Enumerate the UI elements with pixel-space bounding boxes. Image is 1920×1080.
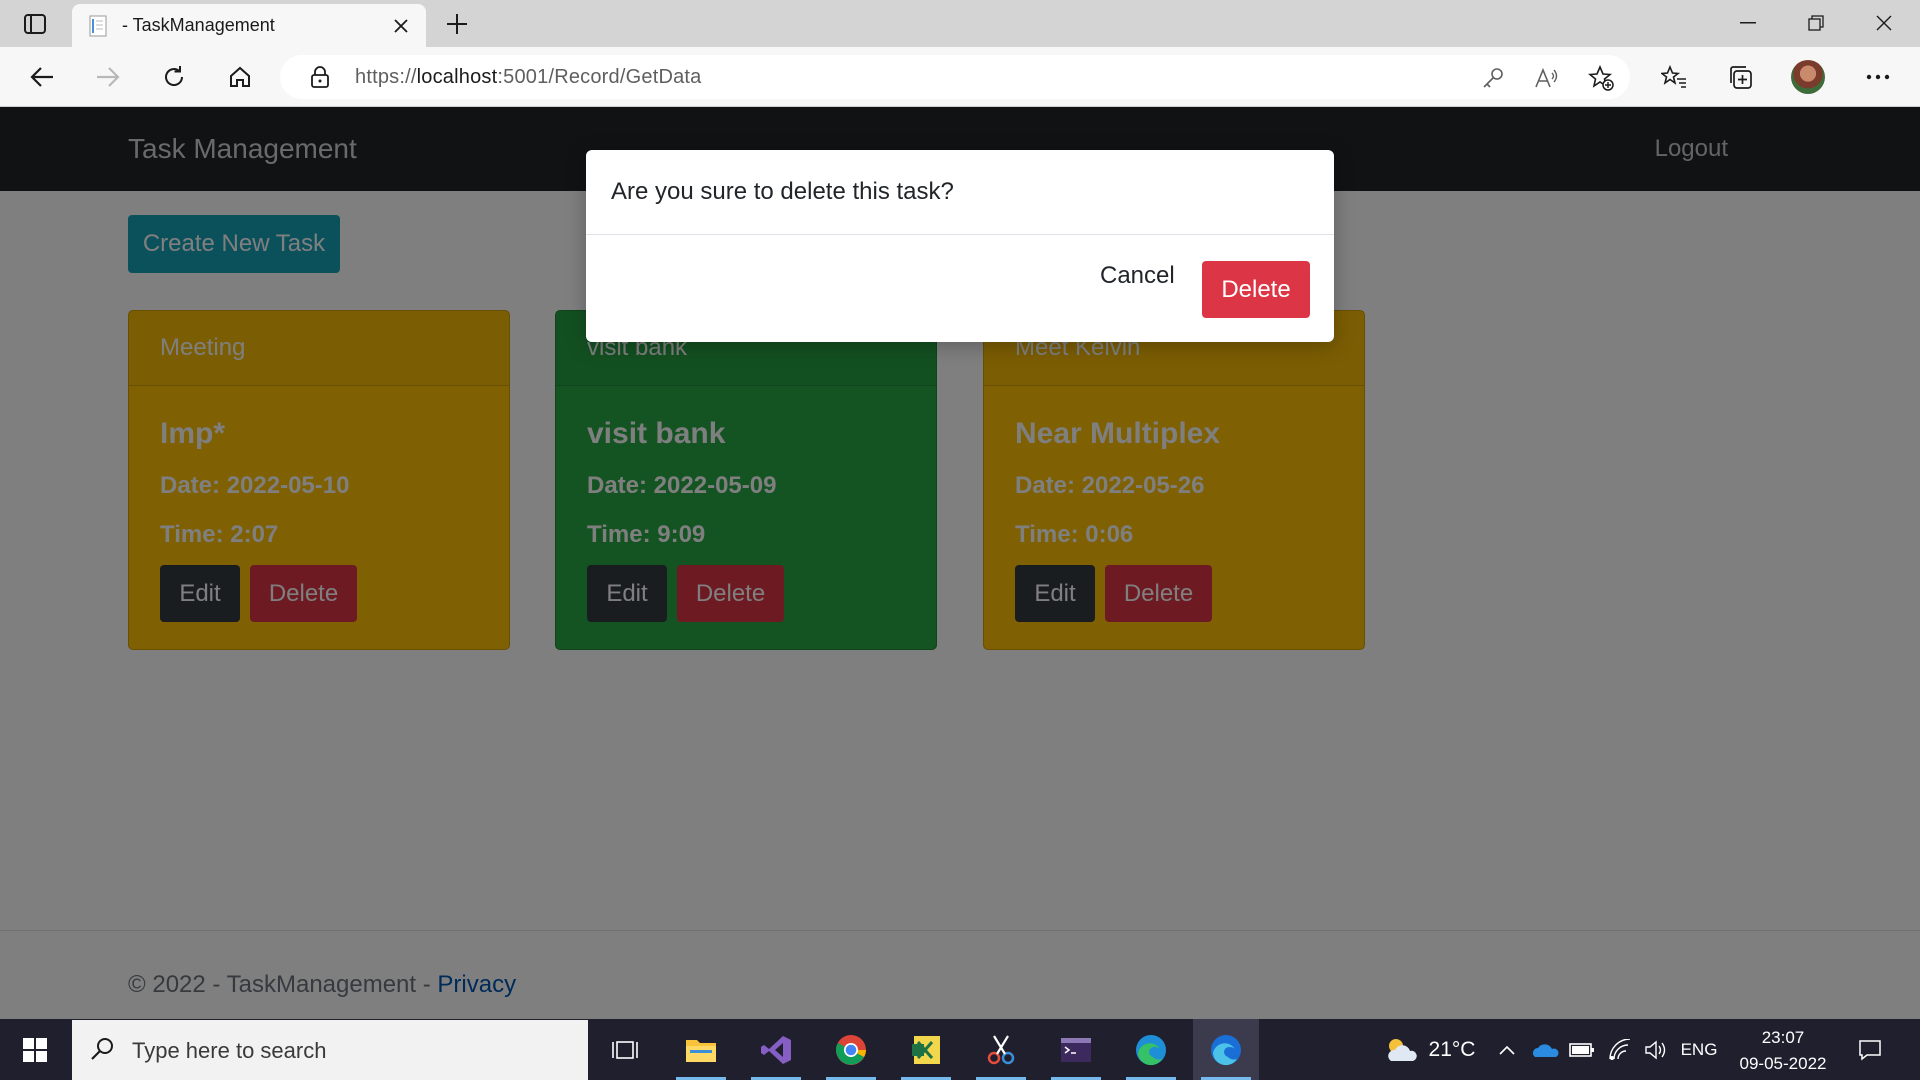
show-hidden-icons-icon[interactable] [1492, 1019, 1522, 1080]
forward-icon[interactable] [88, 59, 128, 95]
onedrive-icon[interactable] [1528, 1019, 1562, 1080]
refresh-icon[interactable] [154, 59, 194, 95]
close-window-icon[interactable] [1858, 6, 1910, 40]
new-tab-icon[interactable] [440, 8, 474, 40]
back-icon[interactable] [22, 59, 62, 95]
tab-actions-icon[interactable] [18, 10, 52, 38]
visual-studio-icon[interactable] [743, 1019, 809, 1080]
edge-icon[interactable] [1118, 1019, 1184, 1080]
chrome-icon[interactable] [818, 1019, 884, 1080]
snipping-tool-icon[interactable] [968, 1019, 1034, 1080]
tab-title: - TaskManagement [122, 15, 275, 35]
wifi-icon[interactable] [1604, 1019, 1636, 1080]
volume-icon[interactable] [1640, 1019, 1672, 1080]
favorites-icon[interactable] [1654, 59, 1694, 95]
terminal-icon[interactable] [1043, 1019, 1109, 1080]
taskbar-search-input[interactable]: Type here to search [72, 1020, 588, 1080]
dialog-message: Are you sure to delete this task? [586, 150, 1334, 235]
temperature-label[interactable]: 21°C [1424, 1019, 1480, 1080]
url-text[interactable]: https://localhost:5001/Record/GetData [355, 66, 702, 89]
browser-toolbar: https://localhost:5001/Record/GetData [0, 47, 1920, 107]
battery-icon[interactable] [1566, 1019, 1598, 1080]
edge-dev-icon[interactable] [1193, 1019, 1259, 1080]
excel-icon[interactable] [893, 1019, 959, 1080]
delete-confirm-dialog: Are you sure to delete this task? Cancel… [586, 150, 1334, 342]
confirm-delete-button[interactable]: Delete [1202, 261, 1310, 318]
clock-time: 23:07 [1761, 1028, 1805, 1047]
page-favicon-icon [88, 15, 108, 37]
key-icon[interactable] [1478, 64, 1508, 92]
minimize-icon[interactable] [1722, 6, 1774, 40]
web-page: Task Management Logout Create New Task M… [0, 107, 1920, 1019]
file-explorer-icon[interactable] [668, 1019, 734, 1080]
address-bar[interactable]: https://localhost:5001/Record/GetData [280, 55, 1630, 99]
add-favorite-icon[interactable] [1586, 64, 1616, 92]
clock-date: 09-05-2022 [1739, 1054, 1827, 1073]
collections-icon[interactable] [1720, 59, 1760, 95]
input-language[interactable]: ENG [1676, 1019, 1722, 1080]
lock-icon[interactable] [310, 66, 330, 93]
profile-avatar[interactable] [1788, 59, 1828, 95]
search-placeholder: Type here to search [132, 1038, 327, 1063]
task-view-icon[interactable] [592, 1019, 658, 1080]
restore-icon[interactable] [1790, 6, 1842, 40]
close-tab-icon[interactable] [390, 15, 412, 37]
windows-start-icon[interactable] [0, 1019, 70, 1080]
more-options-icon[interactable] [1858, 59, 1898, 95]
home-icon[interactable] [220, 59, 260, 95]
browser-tab-bar: - TaskManagement [0, 0, 1920, 47]
windows-taskbar: Type here to search 21°C ENG 23:07 09-05… [0, 1019, 1920, 1080]
search-icon [90, 1036, 116, 1067]
cancel-button[interactable]: Cancel [1100, 262, 1175, 290]
notifications-icon[interactable] [1848, 1019, 1892, 1080]
browser-tab-active[interactable]: - TaskManagement [72, 4, 426, 47]
read-aloud-icon[interactable] [1532, 64, 1562, 92]
taskbar-clock[interactable]: 23:07 09-05-2022 [1730, 1025, 1836, 1077]
weather-icon[interactable] [1378, 1019, 1424, 1080]
